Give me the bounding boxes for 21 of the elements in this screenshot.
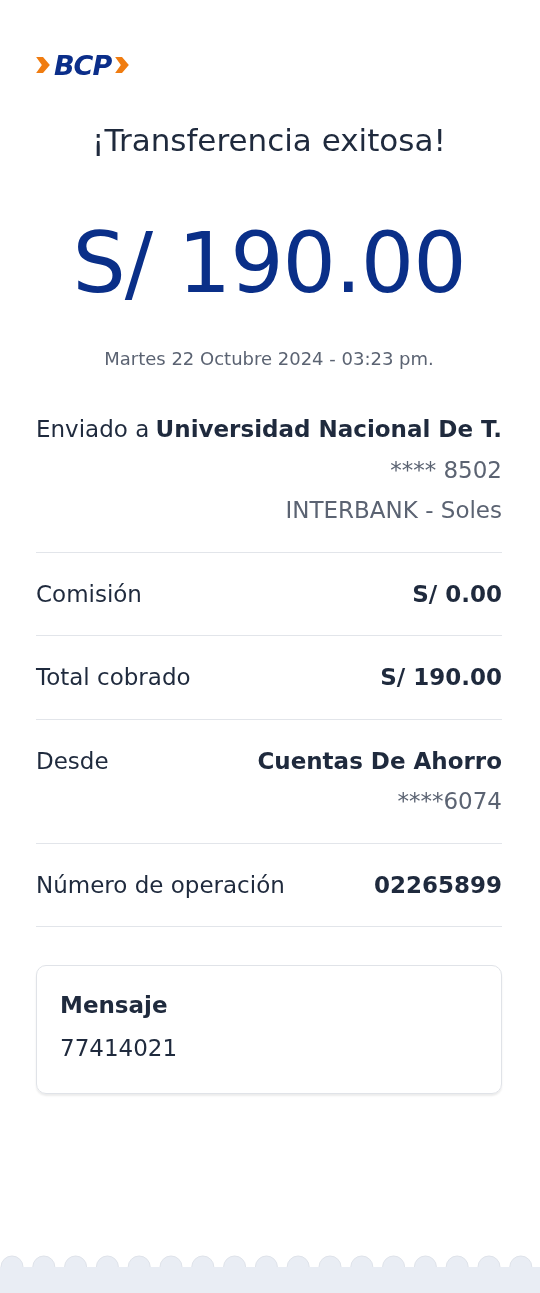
detail-label: Comisión (36, 579, 142, 609)
message-text: 77414021 (60, 1033, 179, 1063)
detail-subvalue: ****6074 (396, 787, 502, 817)
detail-label: Desde (36, 746, 109, 776)
detail-label: Total cobrado (36, 663, 191, 693)
detail-value: 02265899 (373, 870, 502, 900)
account-detail: INTERBANK - Soles (284, 496, 502, 526)
recipient-name: Universidad Nacional De T. (155, 415, 502, 445)
account-detail: **** 8502 (389, 455, 502, 485)
detail-value: Cuentas De Ahorro (257, 746, 502, 776)
logo-text: BCP (54, 51, 112, 79)
page-title: ¡Transferencia exitosa! (91, 122, 447, 160)
message-label: Mensaje (60, 991, 169, 1021)
amount: S/ 190.00 (71, 221, 467, 306)
chevron-icon (115, 57, 130, 73)
detail-label: Número de operación (36, 870, 285, 900)
detail-value: S/ 0.00 (412, 579, 502, 609)
detail-value: S/ 190.00 (380, 663, 502, 693)
date-time: Martes 22 Octubre 2024 - 03:23 pm. (103, 347, 435, 372)
chevron-icon (36, 57, 50, 73)
recipient-label: Enviado a (36, 415, 150, 445)
